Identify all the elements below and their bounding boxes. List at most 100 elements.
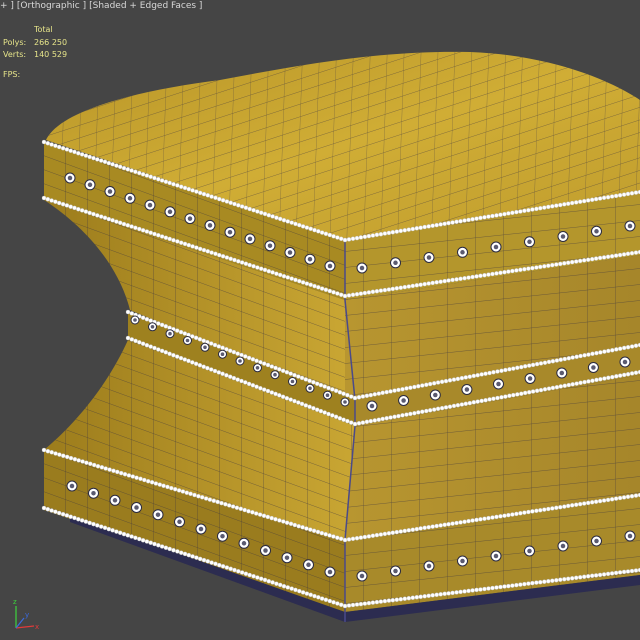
bead: [396, 387, 401, 393]
bead: [91, 211, 96, 217]
bead: [212, 342, 218, 348]
bead: [284, 396, 290, 401]
bead: [311, 528, 317, 533]
bead: [76, 150, 81, 156]
bead: [99, 465, 105, 470]
bead: [243, 380, 248, 385]
bead: [216, 344, 222, 349]
bead: [534, 206, 539, 212]
bead: [374, 289, 380, 294]
bead: [118, 470, 124, 476]
bead: [486, 214, 491, 219]
bead: [83, 209, 89, 214]
bead: [558, 261, 563, 267]
bead: [550, 385, 556, 391]
stud-center: [401, 398, 406, 403]
bead: [438, 592, 443, 597]
bead: [629, 250, 635, 256]
bead: [140, 172, 146, 177]
bead: [254, 384, 259, 389]
bead: [331, 290, 336, 295]
bead: [400, 387, 405, 392]
bead: [129, 311, 135, 316]
bead: [378, 288, 384, 293]
bead: [370, 600, 376, 605]
bead: [392, 388, 397, 393]
viewport-view-menu[interactable]: [Orthographic ]: [17, 0, 86, 12]
bead: [284, 370, 290, 375]
bead: [506, 512, 511, 518]
bead: [542, 264, 547, 269]
bead: [315, 407, 320, 412]
bead: [590, 500, 595, 505]
bead: [230, 504, 236, 509]
bead: [475, 373, 480, 378]
bead: [470, 216, 475, 222]
bead: [232, 567, 237, 573]
bead: [466, 588, 471, 594]
bead: [370, 289, 376, 294]
bead: [486, 272, 491, 277]
bead: [176, 488, 182, 493]
bead: [232, 257, 237, 263]
bead: [526, 509, 531, 515]
bead: [57, 144, 62, 150]
bead: [358, 291, 364, 296]
bead: [171, 237, 176, 243]
bead: [137, 536, 142, 542]
bead: [76, 458, 81, 463]
bead: [376, 417, 381, 422]
stud-center: [325, 393, 330, 398]
ottoman-model[interactable]: [0, 0, 640, 640]
bead: [223, 502, 228, 507]
bead: [390, 229, 395, 235]
stud-center: [287, 250, 293, 255]
viewport-label[interactable]: + ] [Orthographic ] [Shaded + Edged Face…: [0, 0, 202, 12]
bead: [562, 202, 567, 207]
bead: [312, 283, 317, 289]
bead: [171, 548, 176, 553]
bead: [323, 597, 329, 602]
bead: [80, 459, 85, 464]
bead: [98, 158, 104, 163]
bead: [360, 394, 366, 399]
bead: [609, 571, 615, 576]
bead: [390, 530, 395, 535]
bead: [490, 213, 495, 219]
bead: [382, 231, 388, 236]
stud-center: [496, 381, 501, 387]
bead: [197, 246, 203, 252]
bead: [163, 235, 169, 240]
bead: [570, 503, 575, 508]
bead: [629, 191, 635, 196]
bead: [159, 234, 165, 239]
bead: [45, 449, 51, 454]
viewport-shading-menu[interactable]: [Shaded + Edged Faces ]: [89, 0, 202, 12]
bead: [499, 395, 504, 400]
axis-gizmo-icon: z x y: [13, 598, 39, 631]
bead: [300, 224, 306, 229]
bead: [511, 392, 516, 398]
bead: [590, 197, 595, 203]
bead: [618, 346, 623, 351]
bead: [254, 511, 259, 516]
stud-center: [627, 223, 633, 229]
viewport[interactable]: + ] [Orthographic ] [Shaded + Edged Face…: [0, 0, 640, 640]
bead: [308, 527, 313, 532]
bead: [479, 372, 484, 377]
bead: [342, 537, 348, 543]
bead: [447, 378, 453, 383]
bead: [402, 596, 407, 601]
bead: [610, 374, 615, 380]
bead: [184, 490, 190, 495]
viewport-menu-plus[interactable]: + ]: [0, 0, 14, 12]
bead: [140, 315, 146, 320]
bead: [247, 262, 252, 268]
bead: [304, 225, 310, 230]
bead: [172, 487, 178, 492]
stud-center: [255, 366, 260, 370]
stud-center: [327, 263, 333, 269]
bead: [327, 232, 332, 238]
bead: [450, 521, 455, 526]
stud-center: [343, 400, 347, 404]
